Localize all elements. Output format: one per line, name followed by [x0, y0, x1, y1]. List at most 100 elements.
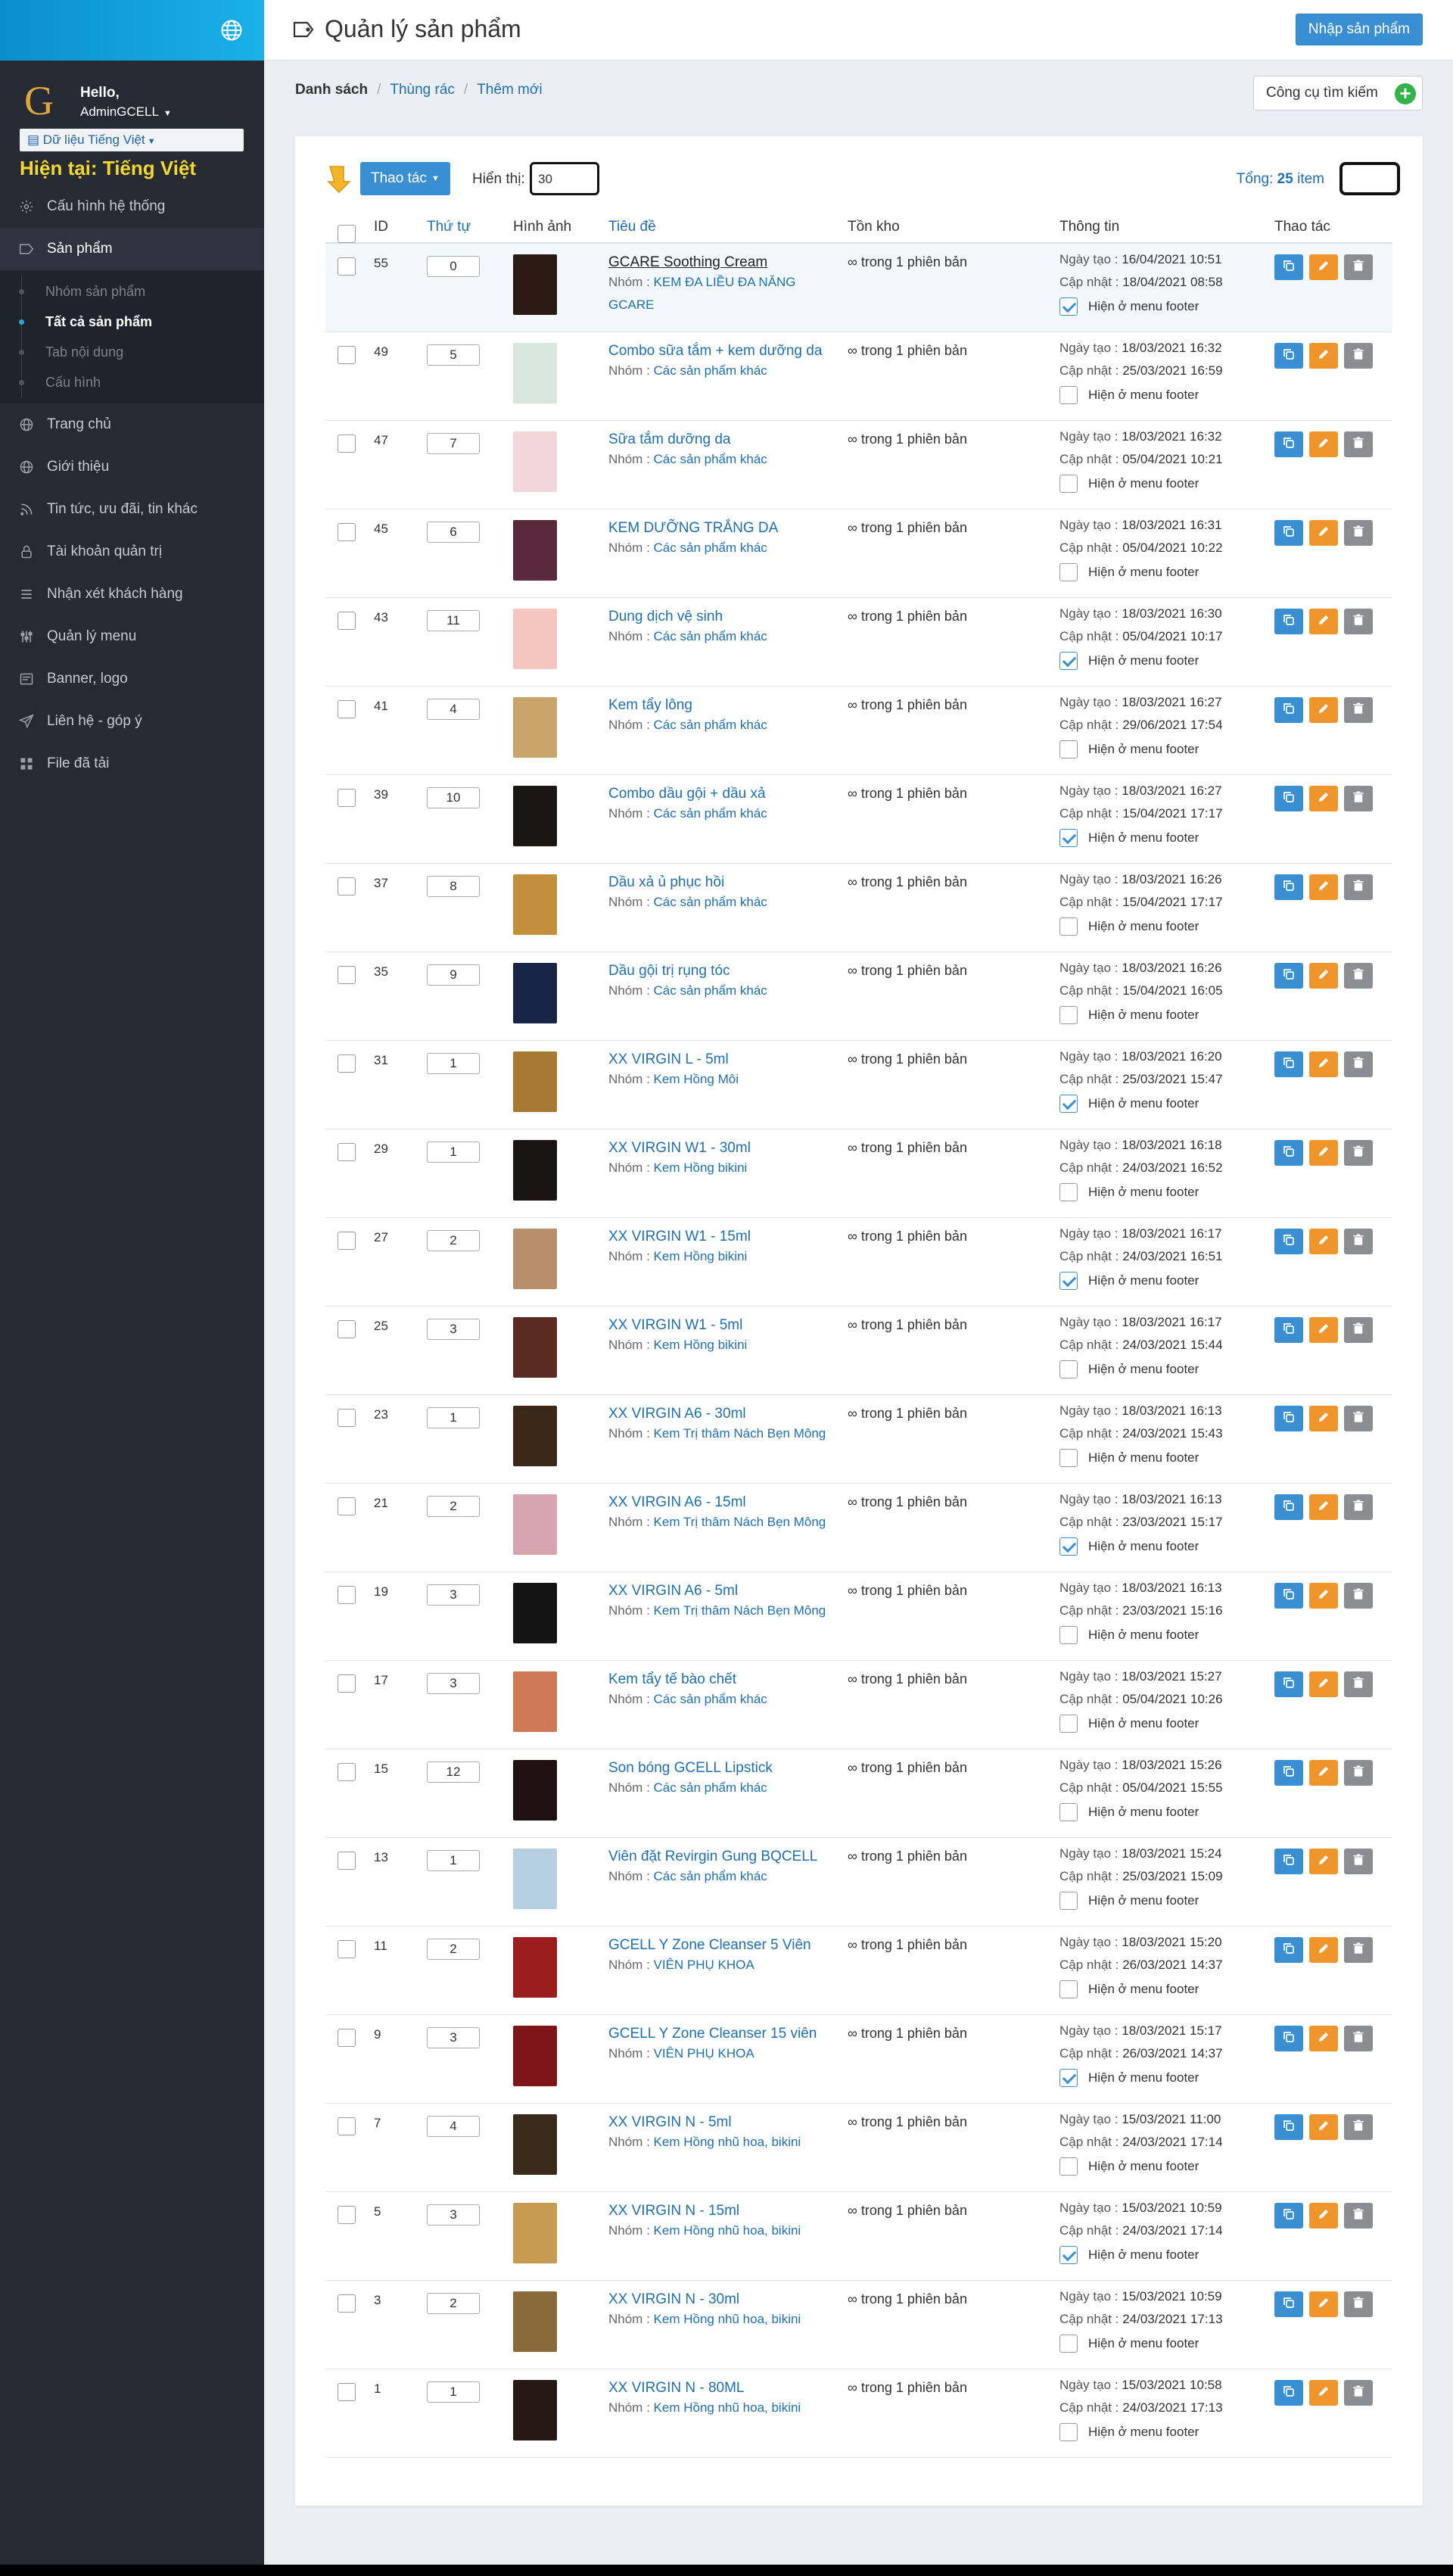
- group-link[interactable]: Các sản phẩm khác: [654, 806, 767, 821]
- tab-trash[interactable]: Thùng rác: [390, 82, 455, 98]
- row-checkbox[interactable]: [338, 966, 356, 984]
- copy-button[interactable]: [1274, 963, 1303, 989]
- copy-button[interactable]: [1274, 1849, 1303, 1874]
- delete-button[interactable]: [1344, 1583, 1373, 1609]
- row-checkbox[interactable]: [338, 435, 356, 453]
- sidebar-item-6[interactable]: Nhận xét khách hàng: [0, 573, 264, 615]
- sidebar-item-7[interactable]: Quản lý menu: [0, 615, 264, 658]
- edit-button[interactable]: [1309, 343, 1338, 369]
- delete-button[interactable]: [1344, 431, 1373, 457]
- delete-button[interactable]: [1344, 1051, 1373, 1077]
- footer-menu-checkbox[interactable]: [1059, 563, 1078, 581]
- copy-button[interactable]: [1274, 1229, 1303, 1254]
- delete-button[interactable]: [1344, 1849, 1373, 1874]
- product-title-link[interactable]: XX VIRGIN N - 80ML: [608, 2380, 835, 2397]
- product-title-link[interactable]: GCELL Y Zone Cleanser 5 Viên: [608, 1937, 835, 1954]
- edit-button[interactable]: [1309, 609, 1338, 634]
- row-checkbox[interactable]: [338, 789, 356, 807]
- product-title-link[interactable]: XX VIRGIN A6 - 30ml: [608, 1406, 835, 1422]
- edit-button[interactable]: [1309, 1406, 1338, 1431]
- group-link[interactable]: Kem Hồng nhũ hoa, bikini: [654, 2400, 801, 2415]
- edit-button[interactable]: [1309, 1583, 1338, 1609]
- footer-menu-checkbox[interactable]: [1059, 2157, 1078, 2176]
- row-checkbox[interactable]: [338, 1409, 356, 1427]
- sidebar-item-3[interactable]: Giới thiệu: [0, 446, 264, 488]
- edit-button[interactable]: [1309, 963, 1338, 989]
- group-link[interactable]: Kem Hồng bikini: [654, 1249, 748, 1263]
- order-input[interactable]: 5: [427, 344, 480, 366]
- group-link[interactable]: Các sản phẩm khác: [654, 363, 767, 378]
- order-input[interactable]: 3: [427, 1673, 480, 1694]
- language-data-button[interactable]: ▤ Dữ liệu Tiếng Việt ▼: [20, 129, 244, 151]
- delete-button[interactable]: [1344, 2026, 1373, 2051]
- product-title-link[interactable]: Viên đặt Revirgin Gung BQCELL: [608, 1849, 835, 1865]
- sidebar-item-2[interactable]: Trang chủ: [0, 403, 264, 446]
- edit-button[interactable]: [1309, 2291, 1338, 2317]
- footer-menu-checkbox[interactable]: [1059, 652, 1078, 670]
- delete-button[interactable]: [1344, 697, 1373, 723]
- view-toggle[interactable]: [1339, 162, 1400, 195]
- product-title-link[interactable]: Dung dịch vệ sinh: [608, 609, 835, 625]
- product-title-link[interactable]: XX VIRGIN W1 - 15ml: [608, 1229, 835, 1245]
- edit-button[interactable]: [1309, 786, 1338, 811]
- order-input[interactable]: 8: [427, 876, 480, 897]
- order-input[interactable]: 4: [427, 2116, 480, 2137]
- sidebar-item-5[interactable]: Tài khoản quản trị: [0, 531, 264, 573]
- edit-button[interactable]: [1309, 1671, 1338, 1697]
- sidebar-subitem-3[interactable]: Cấu hình: [0, 367, 264, 397]
- row-checkbox[interactable]: [338, 1497, 356, 1515]
- footer-menu-checkbox[interactable]: [1059, 829, 1078, 847]
- copy-button[interactable]: [1274, 1406, 1303, 1431]
- copy-button[interactable]: [1274, 874, 1303, 900]
- order-input[interactable]: 3: [427, 2027, 480, 2048]
- row-checkbox[interactable]: [338, 612, 356, 630]
- group-link[interactable]: Kem Trị thâm Nách Bẹn Mông: [654, 1515, 826, 1529]
- copy-button[interactable]: [1274, 786, 1303, 811]
- order-input[interactable]: 3: [427, 1584, 480, 1606]
- order-input[interactable]: 3: [427, 2204, 480, 2226]
- sidebar-item-4[interactable]: Tin tức, ưu đãi, tin khác: [0, 488, 264, 531]
- delete-button[interactable]: [1344, 609, 1373, 634]
- delete-button[interactable]: [1344, 1317, 1373, 1343]
- copy-button[interactable]: [1274, 431, 1303, 457]
- product-title-link[interactable]: XX VIRGIN N - 30ml: [608, 2291, 835, 2308]
- edit-button[interactable]: [1309, 1849, 1338, 1874]
- delete-button[interactable]: [1344, 2203, 1373, 2229]
- order-input[interactable]: 2: [427, 1230, 480, 1251]
- copy-button[interactable]: [1274, 1317, 1303, 1343]
- sidebar-item-0[interactable]: Cấu hình hệ thống: [0, 185, 264, 228]
- copy-button[interactable]: [1274, 2380, 1303, 2406]
- footer-menu-checkbox[interactable]: [1059, 475, 1078, 493]
- group-link[interactable]: Các sản phẩm khác: [654, 1692, 767, 1706]
- select-all-checkbox[interactable]: [338, 225, 356, 243]
- group-link[interactable]: Kem Hồng nhũ hoa, bikini: [654, 2312, 801, 2326]
- order-input[interactable]: 1: [427, 1407, 480, 1428]
- order-input[interactable]: 2: [427, 1939, 480, 1960]
- group-link[interactable]: Các sản phẩm khác: [654, 1869, 767, 1883]
- order-input[interactable]: 2: [427, 2293, 480, 2314]
- edit-button[interactable]: [1309, 1229, 1338, 1254]
- row-checkbox[interactable]: [338, 523, 356, 541]
- group-link[interactable]: Các sản phẩm khác: [654, 1780, 767, 1795]
- globe-icon[interactable]: [220, 19, 243, 42]
- footer-menu-checkbox[interactable]: [1059, 1980, 1078, 1998]
- copy-button[interactable]: [1274, 1494, 1303, 1520]
- group-link[interactable]: Các sản phẩm khác: [654, 452, 767, 466]
- group-link[interactable]: VIÊN PHỤ KHOA: [654, 1958, 755, 1972]
- group-link[interactable]: Kem Hồng bikini: [654, 1160, 748, 1175]
- edit-button[interactable]: [1309, 1317, 1338, 1343]
- copy-button[interactable]: [1274, 2026, 1303, 2051]
- product-title-link[interactable]: Son bóng GCELL Lipstick: [608, 1760, 835, 1777]
- product-title-link[interactable]: XX VIRGIN A6 - 5ml: [608, 1583, 835, 1599]
- edit-button[interactable]: [1309, 520, 1338, 546]
- edit-button[interactable]: [1309, 254, 1338, 280]
- delete-button[interactable]: [1344, 343, 1373, 369]
- search-tool-button[interactable]: Công cụ tìm kiếm +: [1253, 76, 1423, 111]
- delete-button[interactable]: [1344, 254, 1373, 280]
- delete-button[interactable]: [1344, 1760, 1373, 1786]
- product-title-link[interactable]: KEM DƯỠNG TRẮNG DA: [608, 520, 835, 537]
- copy-button[interactable]: [1274, 609, 1303, 634]
- row-checkbox[interactable]: [338, 2383, 356, 2401]
- delete-button[interactable]: [1344, 786, 1373, 811]
- copy-button[interactable]: [1274, 1937, 1303, 1963]
